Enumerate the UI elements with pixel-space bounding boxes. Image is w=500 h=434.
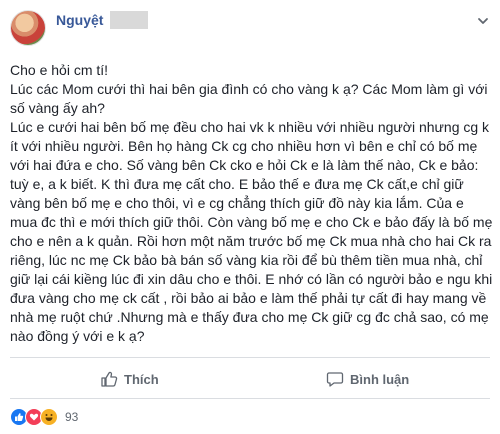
post-actions: Thích Bình luận bbox=[10, 364, 490, 394]
reaction-count: 93 bbox=[65, 410, 79, 424]
chevron-down-icon[interactable] bbox=[476, 14, 490, 28]
post-paragraph: Lúc e cưới hai bên bố mẹ đều cho hai vk … bbox=[10, 119, 497, 344]
like-label: Thích bbox=[124, 371, 159, 387]
author-name[interactable]: Nguyệt bbox=[56, 12, 103, 28]
post-body: Cho e hỏi cm tí! Lúc các Mom cưới thì ha… bbox=[10, 61, 494, 346]
comment-label: Bình luận bbox=[350, 371, 410, 387]
like-button[interactable]: Thích bbox=[100, 364, 159, 394]
comment-button[interactable]: Bình luận bbox=[326, 364, 409, 394]
divider bbox=[10, 357, 490, 358]
post-paragraph: Cho e hỏi cm tí! bbox=[10, 62, 109, 78]
thumbs-up-icon bbox=[101, 371, 118, 387]
post-paragraph: Lúc các Mom cưới thì hai bên gia đình có… bbox=[10, 81, 492, 116]
facebook-post: Nguyệt Cho e hỏi cm tí! Lúc các Mom cưới… bbox=[0, 0, 500, 434]
comment-icon bbox=[326, 372, 344, 387]
author-avatar[interactable] bbox=[10, 10, 46, 46]
divider bbox=[10, 398, 490, 399]
author-name-redacted bbox=[110, 11, 148, 29]
reactions-summary[interactable]: 93 bbox=[10, 407, 78, 427]
haha-reaction-icon bbox=[40, 408, 58, 426]
